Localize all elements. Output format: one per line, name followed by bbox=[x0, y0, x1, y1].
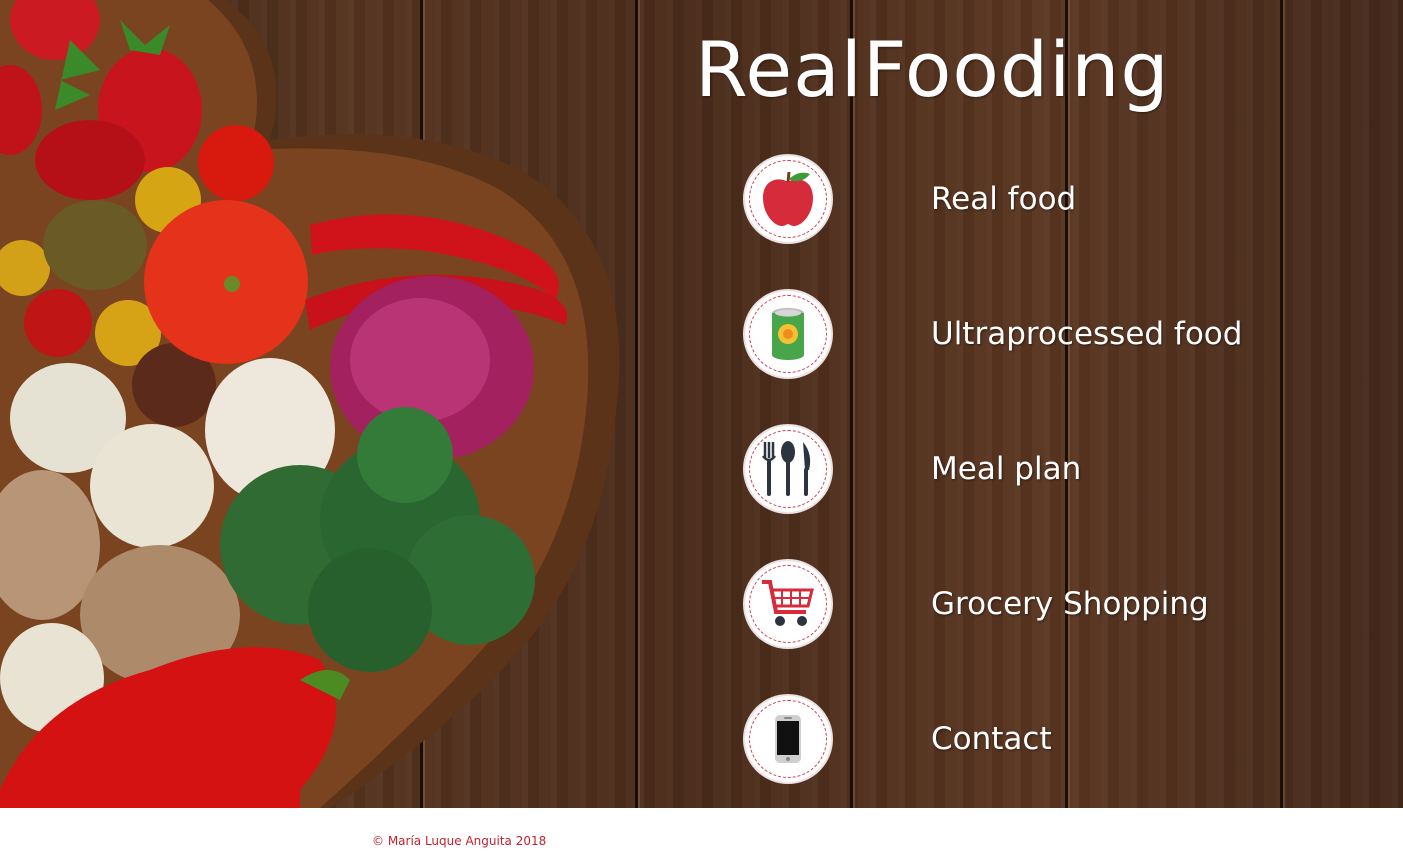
nav-item-real-food[interactable]: Real food bbox=[743, 152, 1363, 246]
nav-item-meal-plan[interactable]: Meal plan bbox=[743, 422, 1363, 516]
copyright-text: © María Luque Anguita 2018 bbox=[372, 834, 547, 848]
nav-icon-circle bbox=[743, 559, 833, 649]
shopping-cart-icon bbox=[762, 580, 814, 626]
cutlery-icon bbox=[762, 441, 811, 496]
vegetables-illustration bbox=[0, 0, 620, 808]
nav-item-contact[interactable]: Contact bbox=[743, 692, 1363, 786]
hero-section: RealFooding Real food Ultraprocessed foo… bbox=[0, 0, 1403, 808]
footer: © María Luque Anguita 2018 bbox=[0, 808, 1403, 864]
nav-icon-circle bbox=[743, 424, 833, 514]
nav-label-real-food: Real food bbox=[931, 181, 1077, 217]
nav-icon-circle bbox=[743, 289, 833, 379]
nav-icon-circle bbox=[743, 154, 833, 244]
nav-item-grocery-shopping[interactable]: Grocery Shopping bbox=[743, 557, 1363, 651]
nav-label-meal-plan: Meal plan bbox=[931, 451, 1082, 487]
apple-icon bbox=[763, 171, 813, 226]
nav-label-ultraprocessed-food: Ultraprocessed food bbox=[931, 316, 1243, 352]
nav-label-grocery-shopping: Grocery Shopping bbox=[931, 586, 1209, 622]
nav-item-ultraprocessed-food[interactable]: Ultraprocessed food bbox=[743, 287, 1363, 381]
smartphone-icon bbox=[775, 715, 801, 763]
canned-food-icon bbox=[772, 308, 804, 360]
nav-icon-circle bbox=[743, 694, 833, 784]
site-title: RealFooding bbox=[695, 25, 1170, 114]
nav-label-contact: Contact bbox=[931, 721, 1052, 757]
